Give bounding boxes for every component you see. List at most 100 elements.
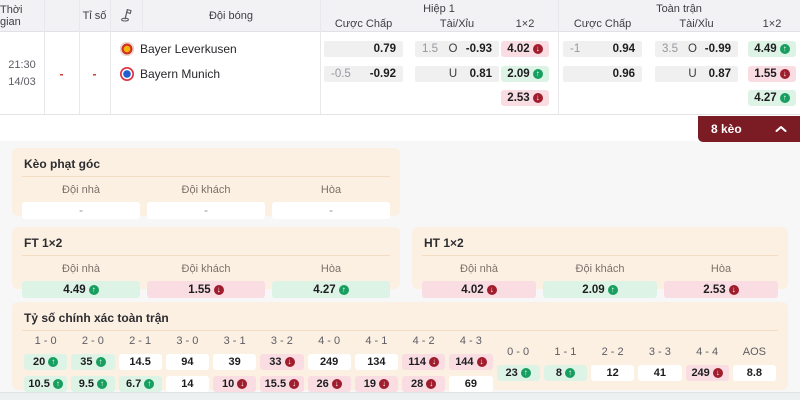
trend-up-icon: ↑	[89, 285, 99, 295]
score-odds-chip[interactable]: 8↑	[544, 365, 587, 381]
odds-value: 20	[33, 356, 45, 368]
odds-value: 41	[654, 367, 666, 379]
odds-value: 6.7	[126, 378, 141, 390]
ht-away-odds[interactable]: 2.09↑	[543, 281, 657, 298]
ft-1x2-card: FT 1×2 Đội nhà 4.49↑ Đội khách 1.55↓ Hòa…	[12, 227, 400, 289]
column-divider	[142, 0, 143, 32]
odds-count-label: 8 kèo	[711, 122, 742, 136]
home-team-link[interactable]: Bayer Leverkusen	[120, 41, 237, 57]
score-column-draw: 2 - 212	[591, 335, 634, 398]
odds-value: 4.27	[313, 284, 335, 296]
score-column: 3 - 233↓15.5↓	[260, 335, 303, 398]
score-odds-chip[interactable]: 249	[308, 354, 351, 370]
score-odds-chip[interactable]: 6.7↑	[119, 376, 162, 392]
ft-1x2-home-odds[interactable]: 4.49↑	[748, 41, 796, 57]
header-ft-overunder: Tài/Xỉu	[655, 16, 738, 32]
odds-value: 39	[229, 356, 241, 368]
score-odds-chip[interactable]: 28↓	[402, 376, 445, 392]
score-odds-chip[interactable]: 9.5↑	[71, 376, 114, 392]
chevron-up-icon	[775, 122, 787, 136]
score-odds-chip[interactable]: 33↓	[260, 354, 303, 370]
ht-draw-odds[interactable]: 2.53↓	[664, 281, 778, 298]
odds-value: 4.27	[754, 92, 776, 104]
odds-count-toggle[interactable]: 8 kèo	[698, 116, 800, 142]
ft-over-odds[interactable]: 3.5 O -0.99	[655, 41, 738, 57]
score-odds-chip[interactable]: 12	[591, 365, 634, 381]
h1-1x2-away-odds[interactable]: 2.09↑	[501, 66, 549, 82]
score-odds-chip[interactable]: 69	[449, 376, 492, 392]
h1-handicap-odds[interactable]: -0.5 -0.92	[324, 66, 403, 82]
score-odds-chip[interactable]: 8.8	[733, 365, 776, 381]
corner-away-odds[interactable]: -	[147, 202, 265, 219]
trend-down-icon: ↓	[477, 357, 487, 367]
kickoff-date: 14/03	[8, 74, 36, 91]
score-card-title: Tỷ số chính xác toàn trận	[22, 309, 778, 331]
bayern-logo-icon	[120, 67, 134, 81]
score-odds-chip[interactable]: 10.5↑	[24, 376, 67, 392]
ft-away-odds[interactable]: 1.55↓	[147, 281, 265, 298]
score-label: 3 - 1	[213, 335, 256, 348]
score-odds-chip[interactable]: 249↓	[686, 365, 729, 381]
leverkusen-logo-icon	[120, 42, 134, 56]
ft-1x2-away-odds[interactable]: 1.55↓	[748, 66, 796, 82]
score-odds-chip[interactable]: 15.5↓	[260, 376, 303, 392]
score-odds-chip[interactable]: 94	[166, 354, 209, 370]
odds-value: 2.53	[703, 284, 725, 296]
trend-up-icon: ↑	[53, 379, 63, 389]
score-odds-chip[interactable]: 41	[638, 365, 681, 381]
score-odds-chip[interactable]: 114↓	[402, 354, 445, 370]
away-team-link[interactable]: Bayern Munich	[120, 66, 220, 82]
h1-1x2-draw-odds[interactable]: 2.53↓	[501, 90, 549, 106]
score-odds-chip[interactable]: 144↓	[449, 354, 492, 370]
trend-up-icon: ↑	[144, 379, 154, 389]
ft-1x2-draw-odds[interactable]: 4.27↑	[748, 90, 796, 106]
odds-value: 9.5	[79, 378, 94, 390]
h1-over-odds[interactable]: 1.5 O -0.93	[415, 41, 499, 57]
odds-value: 15.5	[265, 378, 286, 390]
score-odds-chip[interactable]: 23↑	[497, 365, 540, 381]
score-odds-chip[interactable]: 14.5	[119, 354, 162, 370]
kickoff-time: 21:30	[8, 57, 36, 74]
score-odds-chip[interactable]: 14	[166, 376, 209, 392]
score-column: 4 - 024926↓	[308, 335, 351, 398]
score-odds-chip[interactable]: 26↓	[308, 376, 351, 392]
score-odds-chip[interactable]: 19↓	[355, 376, 398, 392]
odds-value: 14.5	[129, 356, 150, 368]
h1-under-odds[interactable]: U 0.81	[415, 66, 499, 82]
score-odds-chip[interactable]: 20↑	[24, 354, 67, 370]
score-label: 4 - 1	[355, 335, 398, 348]
corner-home-odds[interactable]: -	[22, 202, 140, 219]
odds-value: 8.8	[747, 367, 762, 379]
score-odds-chip[interactable]: 10↓	[213, 376, 256, 392]
handicap-line: -0.5	[331, 68, 351, 80]
score-odds-chip[interactable]: 39	[213, 354, 256, 370]
score-column-draw: 3 - 341	[638, 335, 681, 398]
column-header-home: Đội nhà	[22, 184, 140, 196]
header-ft-1x2: 1×2	[748, 16, 796, 32]
h1-1x2-home-odds[interactable]: 4.02↓	[501, 41, 549, 57]
header-team: Đội bóng	[142, 0, 320, 32]
score-odds-chip[interactable]: 134	[355, 354, 398, 370]
score-odds-chip[interactable]: 35↑	[71, 354, 114, 370]
handicap-odds-value: 0.96	[613, 68, 635, 80]
odds-value: 249	[691, 367, 709, 379]
h1-handicap-odds[interactable]: 0.79	[324, 41, 403, 57]
odds-value: 69	[465, 378, 477, 390]
ft-draw-odds[interactable]: 4.27↑	[272, 281, 390, 298]
odds-value: 23	[506, 367, 518, 379]
score-column: 1 - 020↑10.5↑	[24, 335, 67, 398]
ft-handicap-odds[interactable]: 0.96	[563, 66, 642, 82]
ft-under-odds[interactable]: U 0.87	[655, 66, 738, 82]
over-label: O	[688, 43, 697, 55]
match-row: 21:30 14/03 - - Bayer Leverkusen Bayern …	[0, 32, 800, 115]
trend-down-icon: ↓	[379, 379, 389, 389]
corner-draw-odds[interactable]: -	[272, 202, 390, 219]
score-column: 3 - 1 39 10↓	[213, 335, 256, 398]
score-home-cell: -	[44, 32, 79, 115]
trend-down-icon: ↓	[533, 93, 543, 103]
trend-down-icon: ↓	[426, 379, 436, 389]
ft-handicap-odds[interactable]: -1 0.94	[563, 41, 642, 57]
score-column-draw: AOS8.8	[733, 335, 776, 398]
ht-home-odds[interactable]: 4.02↓	[422, 281, 536, 298]
ft-home-odds[interactable]: 4.49↑	[22, 281, 140, 298]
